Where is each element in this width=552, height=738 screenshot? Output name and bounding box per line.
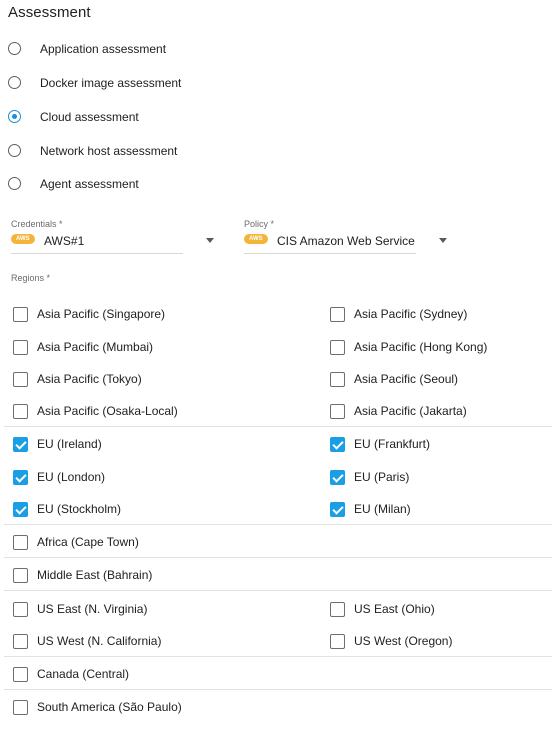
region-label: Africa (Cape Town): [37, 535, 139, 549]
policy-value: CIS Amazon Web Services: [277, 234, 415, 248]
credentials-select[interactable]: AWS AWS#1: [11, 233, 183, 254]
radio-label: Application assessment: [40, 42, 167, 56]
region-checkbox[interactable]: [330, 634, 345, 649]
divider: [4, 590, 552, 591]
region-label: Asia Pacific (Seoul): [354, 372, 459, 386]
region-checkbox-checked[interactable]: [13, 437, 28, 452]
region-label: US West (Oregon): [354, 634, 453, 648]
region-label: Asia Pacific (Mumbai): [37, 340, 154, 354]
region-checkbox[interactable]: [13, 340, 28, 355]
region-label: Asia Pacific (Hong Kong): [354, 340, 488, 354]
region-checkbox[interactable]: [330, 307, 345, 322]
region-checkbox[interactable]: [13, 602, 28, 617]
aws-badge: AWS: [244, 234, 268, 244]
region-checkbox[interactable]: [330, 372, 345, 387]
aws-badge: AWS: [11, 234, 35, 244]
region-checkbox[interactable]: [13, 700, 28, 715]
region-label: EU (Milan): [354, 502, 411, 516]
radio-label: Network host assessment: [40, 144, 178, 158]
page-title: Assessment: [8, 4, 91, 21]
region-label: Asia Pacific (Osaka-Local): [37, 404, 178, 418]
region-label: Asia Pacific (Jakarta): [354, 404, 467, 418]
region-label: South America (São Paulo): [37, 700, 182, 714]
radio-button[interactable]: [8, 76, 21, 89]
radio-button[interactable]: [8, 144, 21, 157]
region-label: US East (Ohio): [354, 602, 435, 616]
radio-button[interactable]: [8, 177, 21, 190]
radio-docker-image-assessment[interactable]: Docker image assessment: [0, 75, 300, 109]
divider: [4, 557, 552, 558]
radio-label: Docker image assessment: [40, 76, 182, 90]
radio-network-host-assessment[interactable]: Network host assessment: [0, 143, 300, 177]
region-checkbox[interactable]: [330, 602, 345, 617]
policy-select[interactable]: AWS CIS Amazon Web Services: [244, 233, 416, 254]
radio-label: Cloud assessment: [40, 110, 139, 124]
region-label: Canada (Central): [37, 667, 130, 681]
divider: [4, 689, 552, 690]
region-label: Asia Pacific (Sydney): [354, 307, 468, 321]
chevron-down-icon[interactable]: [439, 238, 447, 243]
radio-button[interactable]: [8, 110, 21, 123]
region-label: EU (London): [37, 470, 106, 484]
region-label: Middle East (Bahrain): [37, 568, 153, 582]
region-label: US East (N. Virginia): [37, 602, 148, 616]
region-checkbox[interactable]: [13, 404, 28, 419]
region-checkbox[interactable]: [13, 372, 28, 387]
region-label: EU (Paris): [354, 470, 410, 484]
region-checkbox-checked[interactable]: [330, 437, 345, 452]
divider: [4, 426, 552, 427]
region-label: EU (Frankfurt): [354, 437, 431, 451]
region-checkbox-checked[interactable]: [13, 470, 28, 485]
regions-label: Regions *: [11, 273, 51, 283]
divider: [4, 524, 552, 525]
divider: [4, 656, 552, 657]
policy-label: Policy *: [244, 219, 275, 229]
region-checkbox[interactable]: [13, 634, 28, 649]
radio-button[interactable]: [8, 42, 21, 55]
radio-label: Agent assessment: [40, 177, 139, 191]
region-checkbox-checked[interactable]: [330, 502, 345, 517]
radio-application-assessment[interactable]: Application assessment: [0, 41, 300, 75]
region-checkbox[interactable]: [13, 568, 28, 583]
credentials-label: Credentials *: [11, 219, 63, 229]
radio-agent-assessment[interactable]: Agent assessment: [0, 176, 300, 210]
region-checkbox[interactable]: [330, 404, 345, 419]
region-label: Asia Pacific (Singapore): [37, 307, 166, 321]
region-checkbox-checked[interactable]: [13, 502, 28, 517]
region-checkbox-checked[interactable]: [330, 470, 345, 485]
region-checkbox[interactable]: [13, 535, 28, 550]
radio-cloud-assessment[interactable]: Cloud assessment: [0, 109, 300, 143]
region-checkbox[interactable]: [13, 307, 28, 322]
region-label: US West (N. California): [37, 634, 162, 648]
region-label: EU (Stockholm): [37, 502, 122, 516]
region-label: Asia Pacific (Tokyo): [37, 372, 142, 386]
credentials-value: AWS#1: [44, 234, 85, 248]
chevron-down-icon[interactable]: [206, 238, 214, 243]
region-label: EU (Ireland): [37, 437, 102, 451]
region-checkbox[interactable]: [13, 667, 28, 682]
region-checkbox[interactable]: [330, 340, 345, 355]
